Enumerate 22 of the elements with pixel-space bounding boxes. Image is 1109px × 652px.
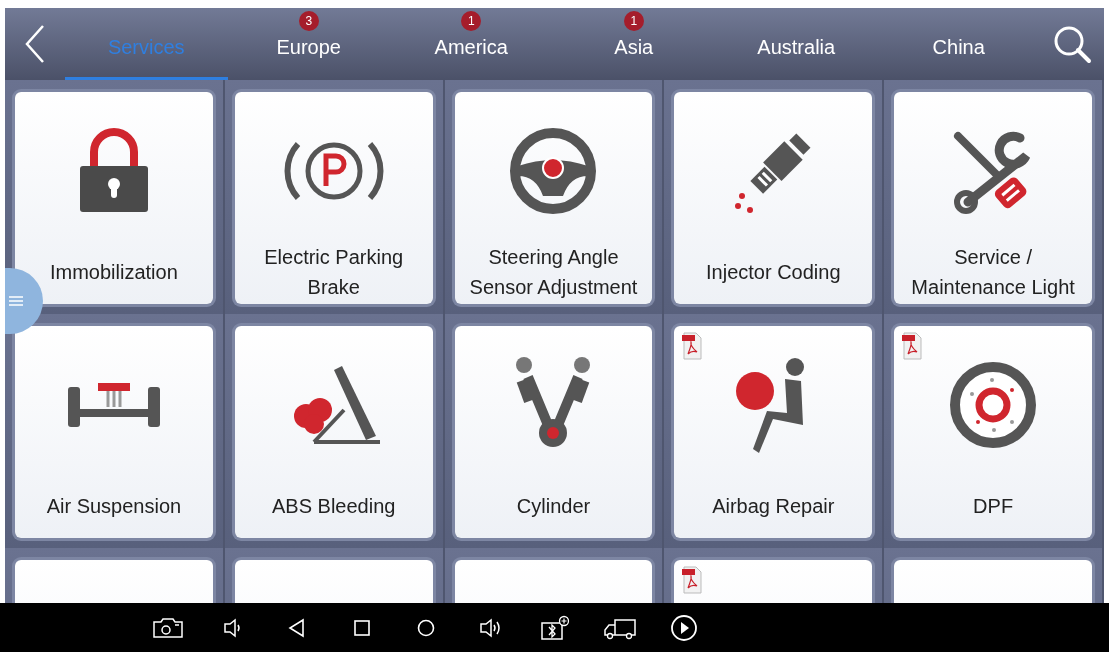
play-icon bbox=[670, 613, 699, 642]
count-badge: 1 bbox=[461, 11, 482, 31]
function-tile[interactable]: Cylinder bbox=[454, 326, 653, 538]
region-tab[interactable]: China bbox=[877, 8, 1040, 80]
count-badge: 3 bbox=[298, 11, 319, 31]
back-chevron-icon bbox=[24, 24, 46, 64]
function-tile[interactable]: Injector Coding bbox=[674, 92, 873, 304]
function-tile[interactable]: Air Suspension bbox=[15, 326, 213, 538]
function-tile[interactable]: Electric Parking Brake bbox=[234, 92, 433, 304]
search-icon bbox=[1052, 24, 1092, 64]
function-tile[interactable]: Airbag Repair bbox=[674, 326, 873, 538]
bluetooth-icon bbox=[540, 614, 571, 641]
region-tab[interactable]: Australia bbox=[715, 8, 878, 80]
camera-icon bbox=[152, 615, 185, 640]
count-badge: 1 bbox=[623, 11, 644, 31]
function-tile[interactable]: ABS Bleeding bbox=[234, 326, 433, 538]
function-tile[interactable]: DPF bbox=[894, 326, 1092, 538]
function-tile[interactable]: Steering Angle Sensor Adjustment bbox=[454, 92, 653, 304]
filter-icon bbox=[948, 360, 1039, 450]
function-tile[interactable]: Service / Maintenance Light bbox=[894, 92, 1092, 304]
steering-wheel-icon bbox=[508, 126, 599, 216]
function-tile[interactable]: Immobilization bbox=[15, 92, 213, 304]
